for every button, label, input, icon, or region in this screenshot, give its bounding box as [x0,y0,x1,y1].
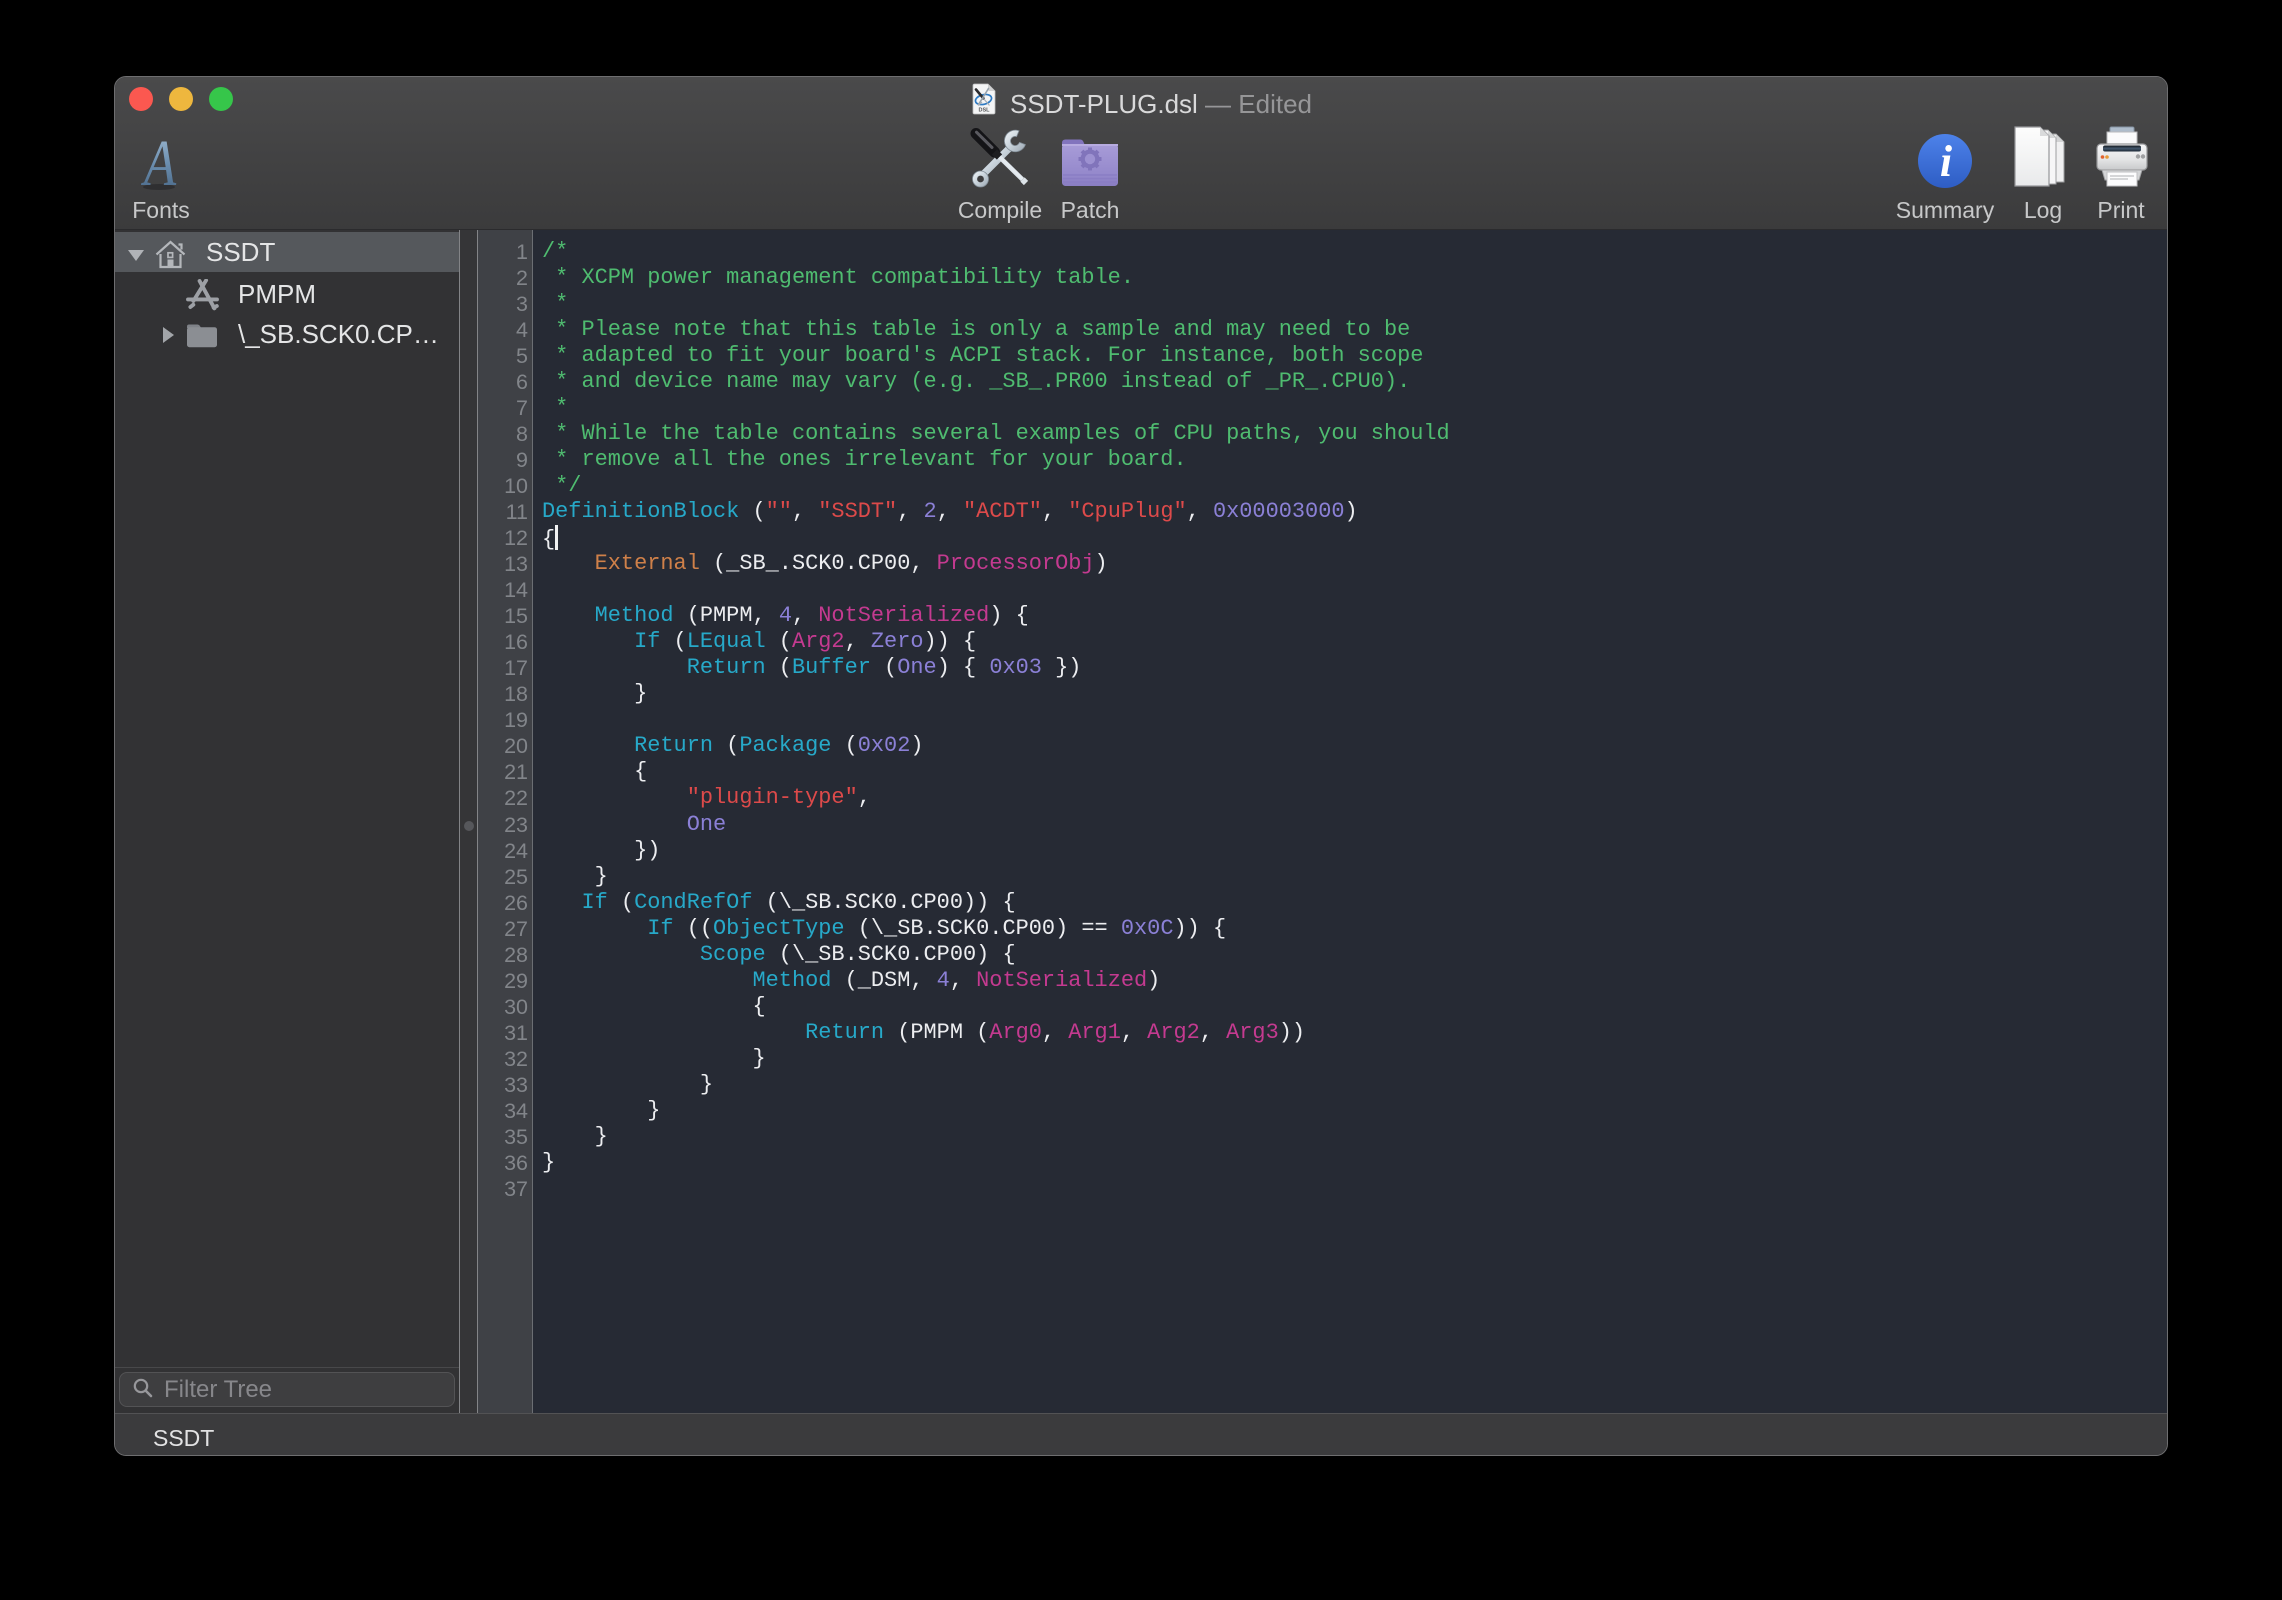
svg-text:A: A [140,127,176,191]
svg-text:DSL: DSL [979,108,991,114]
svg-text:i: i [1940,137,1953,186]
